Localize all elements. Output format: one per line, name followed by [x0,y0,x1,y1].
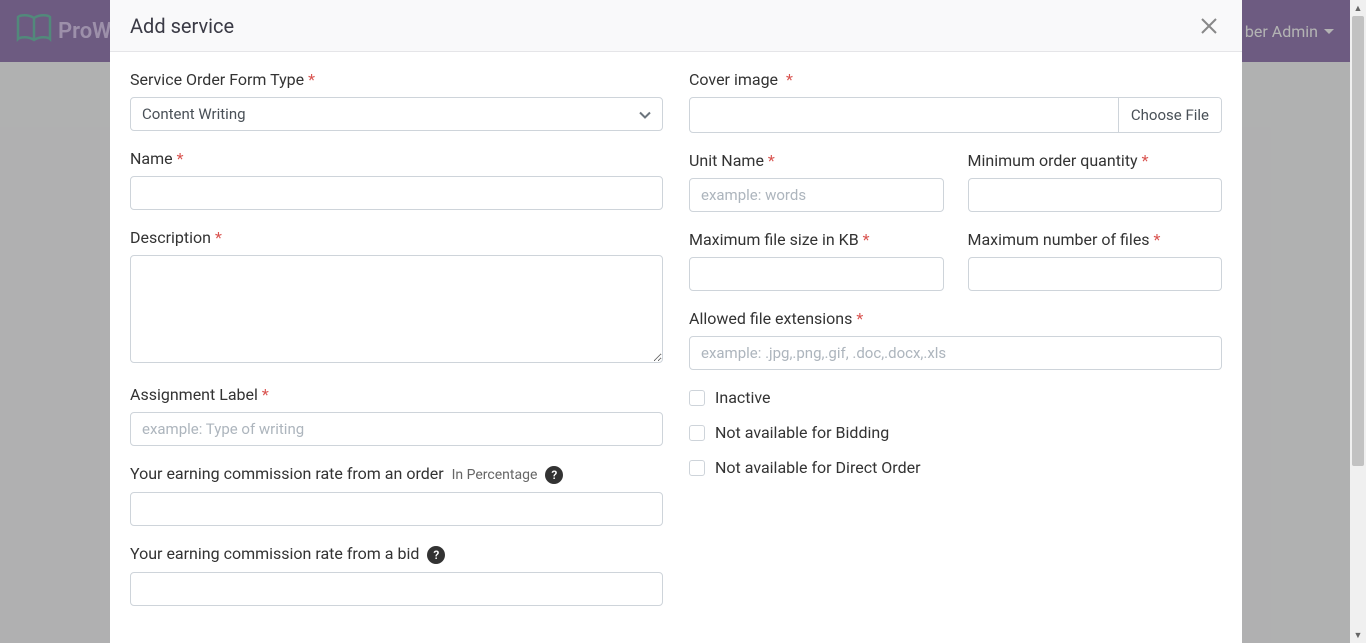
label-form-type: Service Order Form Type * [130,70,663,89]
field-max-files: Maximum number of files * [968,230,1223,291]
label-unit-name: Unit Name * [689,151,944,170]
label-commission-order: Your earning commission rate from an ord… [130,464,663,484]
help-icon[interactable]: ? [427,546,445,564]
form-left-column: Service Order Form Type * Content Writin… [130,70,663,624]
close-icon [1200,11,1218,41]
form-right-column: Cover image * Choose File Unit Name * [689,70,1222,624]
input-unit-name[interactable] [689,178,944,212]
add-service-modal: Add service Service Order Form Type * Co… [110,0,1242,643]
label-commission-bid: Your earning commission rate from a bid … [130,544,663,564]
label-min-qty: Minimum order quantity * [968,151,1223,170]
checkbox-label-no-direct: Not available for Direct Order [715,458,921,477]
field-form-type: Service Order Form Type * Content Writin… [130,70,663,131]
field-extensions: Allowed file extensions * [689,309,1222,370]
required-mark: * [262,385,269,404]
field-min-qty: Minimum order quantity * [968,151,1223,212]
vertical-scrollbar[interactable]: ▲ ▼ [1350,0,1366,643]
label-max-file-size: Maximum file size in KB * [689,230,944,249]
checkbox-row-no-direct[interactable]: Not available for Direct Order [689,458,1222,477]
input-min-qty[interactable] [968,178,1223,212]
label-name: Name * [130,149,663,168]
label-extensions: Allowed file extensions * [689,309,1222,328]
input-commission-bid[interactable] [130,572,663,606]
input-name[interactable] [130,176,663,210]
required-mark: * [215,228,222,247]
label-cover-image: Cover image * [689,70,1222,89]
field-unit-name: Unit Name * [689,151,944,212]
label-assignment: Assignment Label * [130,385,663,404]
required-mark: * [863,230,870,249]
checkbox-label-no-bidding: Not available for Bidding [715,423,889,442]
field-commission-bid: Your earning commission rate from a bid … [130,544,663,606]
label-max-files: Maximum number of files * [968,230,1223,249]
select-form-type[interactable]: Content Writing [130,97,663,131]
input-max-file-size[interactable] [689,257,944,291]
required-mark: * [786,70,793,89]
help-icon[interactable]: ? [545,466,563,484]
scroll-up-icon[interactable]: ▲ [1350,0,1366,16]
scroll-down-icon[interactable]: ▼ [1350,627,1366,643]
field-commission-order: Your earning commission rate from an ord… [130,464,663,526]
required-mark: * [308,70,315,89]
choose-file-button[interactable]: Choose File [1118,98,1221,132]
label-description: Description * [130,228,663,247]
field-description: Description * [130,228,663,367]
input-extensions[interactable] [689,336,1222,370]
required-mark: * [1154,230,1161,249]
checkbox-row-inactive[interactable]: Inactive [689,388,1222,407]
textarea-description[interactable] [130,255,663,363]
checkbox-row-no-bidding[interactable]: Not available for Bidding [689,423,1222,442]
file-input-group: Choose File [689,97,1222,133]
checkbox-inactive[interactable] [689,390,705,406]
required-mark: * [856,309,863,328]
file-path-display [690,98,1118,132]
field-max-file-size: Maximum file size in KB * [689,230,944,291]
field-name: Name * [130,149,663,210]
input-assignment-label[interactable] [130,412,663,446]
field-cover-image: Cover image * Choose File [689,70,1222,133]
input-max-files[interactable] [968,257,1223,291]
required-mark: * [1142,151,1149,170]
required-mark: * [768,151,775,170]
input-commission-order[interactable] [130,492,663,526]
field-assignment-label: Assignment Label * [130,385,663,446]
required-mark: * [177,149,184,168]
modal-title: Add service [130,14,234,38]
checkbox-no-bidding[interactable] [689,425,705,441]
checkbox-label-inactive: Inactive [715,388,771,407]
modal-header: Add service [110,0,1242,52]
close-button[interactable] [1196,13,1222,39]
modal-body: Service Order Form Type * Content Writin… [110,52,1242,643]
scrollbar-thumb[interactable] [1352,16,1364,466]
checkbox-no-direct[interactable] [689,460,705,476]
